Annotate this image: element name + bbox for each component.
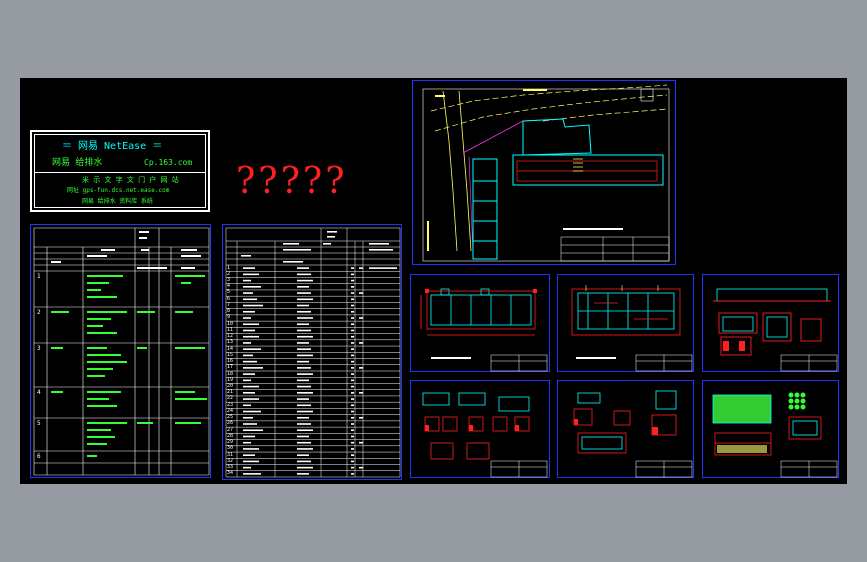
materials-table-lines	[33, 227, 210, 476]
parts-list-row-number: 2	[227, 270, 231, 277]
parts-list-row-number: 22	[227, 395, 234, 402]
missing-font-question-marks: ?????	[236, 161, 348, 202]
parts-list-sheet[interactable]: 1 2 3 4 5 6 7 8 9 10 11 12 13 14 15 16 17 18 19 20 21 22 23 24 2…	[222, 224, 402, 480]
site-plan-drawing	[422, 84, 670, 262]
plan-sheet-3[interactable]	[702, 274, 839, 372]
plan-sheet-1[interactable]	[410, 274, 550, 372]
detail-sheet-5[interactable]	[557, 380, 694, 478]
cad-model-space[interactable]: ＝ 网易 NetEase ＝ 网易 给排水 Cp.163.com 米 示 文 字…	[20, 78, 847, 484]
material-row-number: 6	[37, 453, 41, 460]
title-block: ＝ 网易 NetEase ＝ 网易 给排水 Cp.163.com 米 示 文 字…	[30, 130, 210, 212]
parts-list-row-number: 13	[227, 339, 234, 346]
parts-list-row-number: 5	[227, 289, 231, 296]
parts-list-row-number: 9	[227, 314, 231, 321]
parts-list-row-number: 27	[227, 426, 234, 433]
parts-list-row-number: 23	[227, 401, 234, 408]
parts-list-row-number: 18	[227, 370, 234, 377]
material-row-number: 2	[37, 309, 41, 316]
floor-plan-drawing	[420, 288, 548, 372]
parts-list-row-number: 1	[227, 264, 231, 271]
title-line-4: 网址 gps-fun.dcs.net.ease.com	[67, 187, 170, 194]
parts-list-row-number: 34	[227, 470, 234, 477]
detail-drawing	[573, 390, 693, 478]
parts-list-row-number: 6	[227, 295, 231, 302]
parts-list-lines	[225, 227, 401, 478]
parts-list-row-number: 17	[227, 364, 234, 371]
section-drawing	[713, 288, 838, 372]
parts-list-row-number: 30	[227, 445, 234, 452]
parts-list-row-number: 31	[227, 451, 234, 458]
parts-list-row-number: 19	[227, 376, 234, 383]
piping-plan-drawing	[571, 285, 693, 372]
detail-drawing	[422, 392, 548, 478]
title-line-2-left: 网易 给排水	[52, 158, 103, 168]
title-line-3: 米 示 文 字 文 门 户 网 站	[82, 176, 179, 184]
detail-sheet-6[interactable]	[702, 380, 839, 478]
detail-sheet-4[interactable]	[410, 380, 550, 478]
title-line-2-right: Cp.163.com	[144, 158, 193, 167]
parts-list-row-number: 14	[227, 345, 234, 352]
site-plan-sheet[interactable]	[412, 80, 676, 265]
title-line-5: 网易 给排水 资料库 系统	[82, 198, 153, 205]
material-row-number: 4	[37, 389, 41, 396]
plan-sheet-2[interactable]	[557, 274, 694, 372]
parts-list-row-number: 26	[227, 420, 234, 427]
hatched-detail-drawing	[712, 392, 838, 478]
materials-table-sheet[interactable]: 1 2 3 4 5 6	[30, 224, 211, 478]
material-row-number: 5	[37, 420, 41, 427]
parts-list-row-number: 10	[227, 320, 234, 327]
material-row-number: 3	[37, 345, 41, 352]
title-line-1: ＝ 网易 NetEase ＝	[62, 141, 163, 152]
material-row-number: 1	[37, 273, 41, 280]
